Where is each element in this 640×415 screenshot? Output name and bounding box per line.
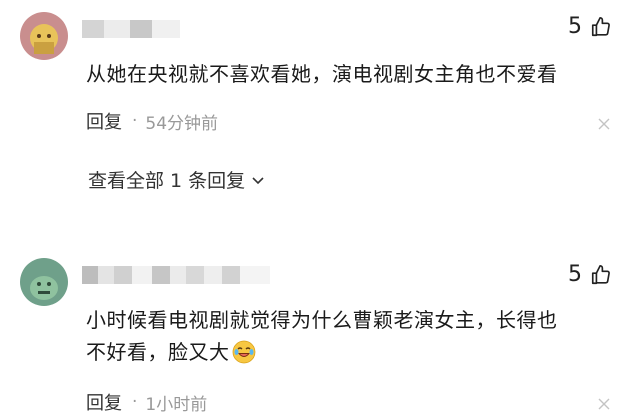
- comment-meta: 回复 · 54分钟前: [86, 108, 218, 134]
- comment-text: 从她在央视就不喜欢看她，演电视剧女主角也不爱看: [86, 62, 558, 86]
- thumbs-up-icon: [590, 16, 612, 38]
- comment-2: 5 小时候看电视剧就觉得为什么曹颖老演女主，长得也 不好看，脸又大 回复 · 1: [0, 248, 640, 415]
- separator-dot: ·: [132, 392, 138, 412]
- comment-text-line-2: 不好看，脸又大: [86, 336, 616, 368]
- timestamp: 1小时前: [145, 394, 208, 415]
- close-icon[interactable]: [598, 118, 610, 130]
- view-all-replies-button[interactable]: 查看全部 1 条回复: [88, 166, 265, 193]
- username-blurred: [82, 20, 180, 38]
- like-button[interactable]: 5: [568, 262, 612, 287]
- comment-1: 5 从她在央视就不喜欢看她，演电视剧女主角也不爱看 回复 · 54分钟前 查看全…: [0, 0, 640, 200]
- chevron-down-icon: [251, 173, 265, 187]
- view-all-label: 查看全部 1 条回复: [88, 170, 246, 192]
- thumbs-up-icon: [590, 264, 612, 286]
- separator-dot: ·: [132, 111, 138, 131]
- like-count: 5: [568, 262, 582, 287]
- comment-text-line-1: 小时候看电视剧就觉得为什么曹颖老演女主，长得也: [86, 308, 558, 332]
- avatar[interactable]: [20, 258, 68, 306]
- timestamp: 54分钟前: [145, 113, 219, 134]
- like-button[interactable]: 5: [568, 14, 612, 39]
- close-icon[interactable]: [598, 398, 610, 410]
- like-count: 5: [568, 14, 582, 39]
- reply-button[interactable]: 回复: [86, 389, 122, 415]
- reply-button[interactable]: 回复: [86, 108, 122, 134]
- comment-meta: 回复 · 1小时前: [86, 389, 207, 415]
- username-blurred: [82, 266, 270, 284]
- laughing-emoji-icon: [232, 340, 256, 364]
- comment-text: 小时候看电视剧就觉得为什么曹颖老演女主，长得也 不好看，脸又大: [86, 304, 616, 368]
- avatar[interactable]: [20, 12, 68, 60]
- comment-text-line-2-content: 不好看，脸又大: [86, 340, 230, 364]
